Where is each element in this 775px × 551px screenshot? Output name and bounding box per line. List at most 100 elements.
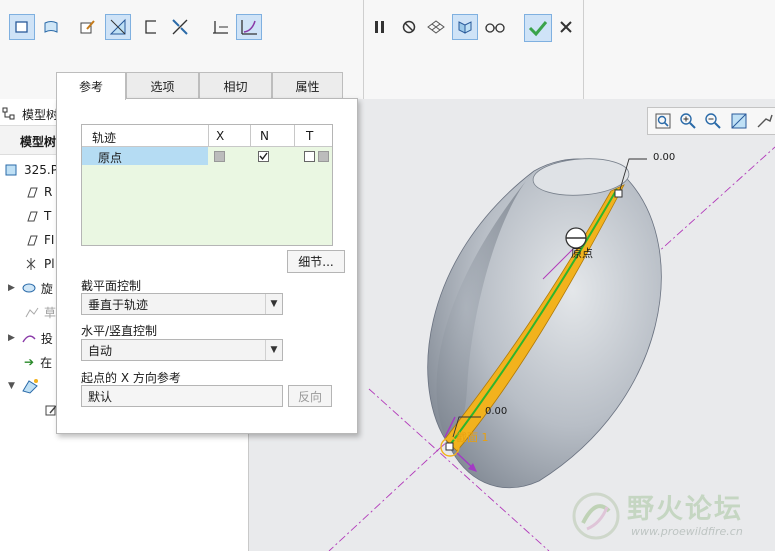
tree-item-sketch[interactable]: 草 [24, 301, 56, 323]
pencil-icon [80, 20, 95, 34]
chevron-down-icon: ▼ [265, 340, 282, 360]
tree-item-label: 旋 [40, 281, 53, 296]
variable-section-button[interactable] [236, 14, 262, 40]
drag-handle-bottom [445, 442, 454, 451]
tab-reference[interactable]: 参考 [56, 72, 126, 100]
tree-item-csys[interactable]: Pl [24, 253, 55, 275]
preview-mesh-icon [427, 20, 445, 34]
no-icon [402, 20, 416, 34]
thicken-button[interactable] [138, 14, 164, 40]
tree-item-insert[interactable]: ➔ 在 [24, 351, 52, 373]
dimension-bottom-value[interactable]: 0.00 [485, 406, 507, 417]
glasses-icon [485, 23, 505, 33]
hv-control-label: 水平/竖直控制 [81, 324, 158, 338]
collapse-icon[interactable]: ▼ [8, 381, 15, 391]
tree-item-label: 投 [40, 331, 53, 346]
x-direction-ref-value: 默认 [88, 389, 113, 404]
tree-item-part[interactable]: 325.P [4, 159, 58, 181]
watermark-brand: 野火论坛 [627, 494, 743, 525]
tree-item-plane[interactable]: T [24, 205, 51, 227]
tree-item-plane[interactable]: FI [24, 229, 54, 251]
tree-item-revolve[interactable]: ▶ 旋 [8, 277, 53, 299]
tree-item-sweep[interactable]: ▼ [8, 375, 43, 397]
tab-tangent[interactable]: 相切 [199, 72, 272, 99]
variable-section-icon [241, 20, 257, 35]
tree-item-label: T [44, 209, 52, 223]
trajectory-table: 轨迹 X N T 原点 [81, 124, 333, 246]
cancel-button[interactable] [553, 14, 579, 40]
col-x: X [216, 129, 225, 143]
no-preview-button[interactable] [396, 14, 422, 40]
tree-item-plane[interactable]: R [24, 181, 52, 203]
tree-item-label: 325.P [24, 163, 58, 177]
tree-item-projected[interactable]: ▶ 投 [8, 327, 53, 349]
expand-icon[interactable]: ▶ [8, 333, 15, 343]
model-tree-title: 模型树 [20, 135, 57, 149]
surface-sweep-button[interactable] [38, 14, 64, 40]
t-checkbox-secondary[interactable] [318, 151, 329, 162]
ribbon: 参考 选项 相切 属性 [0, 0, 775, 100]
flip-direction-button[interactable] [167, 14, 193, 40]
flip-button[interactable]: 反向 [288, 385, 332, 407]
tree-item-label: Pl [44, 257, 55, 271]
expand-icon[interactable]: ▶ [8, 283, 15, 293]
pause-button[interactable] [367, 14, 393, 40]
details-button[interactable]: 细节... [287, 250, 345, 273]
origin-label: 原点 [571, 247, 593, 260]
section-control-label: 截平面控制 [81, 279, 142, 293]
table-row[interactable]: 原点 [82, 147, 332, 165]
remove-material-button[interactable] [105, 14, 131, 40]
tree-item-label: FI [44, 233, 55, 247]
sketch-icon [25, 307, 39, 318]
constant-section-icon [213, 21, 228, 34]
model-tree-header[interactable]: 模型树 [2, 103, 58, 125]
pause-icon [375, 21, 384, 33]
tree-item-label: 草 [44, 305, 57, 320]
remove-material-icon [109, 18, 126, 35]
datum-plane-icon [27, 235, 38, 246]
sketch-button[interactable] [74, 14, 100, 40]
x-direction-ref-field[interactable]: 默认 [81, 385, 283, 407]
check-icon [528, 21, 548, 37]
ribbon-separator [583, 0, 584, 99]
datum-plane-icon [27, 211, 38, 222]
tab-properties[interactable]: 属性 [272, 72, 343, 99]
solid-sweep-button[interactable] [9, 14, 35, 40]
tree-icon [2, 107, 15, 120]
tab-options[interactable]: 选项 [126, 72, 199, 99]
references-panel: 轨迹 X N T 原点 细节... 截平面控制 垂直于轨迹 ▼ 水平/竖直控制 … [56, 98, 358, 434]
model-tree-header-label: 模型树 [22, 107, 59, 122]
confirm-button[interactable] [524, 14, 552, 42]
solid-icon [15, 21, 28, 33]
verify-preview-button[interactable] [452, 14, 478, 40]
chevron-down-icon: ▼ [265, 294, 282, 314]
trajectory-name: 原点 [98, 151, 123, 165]
check-icon [259, 152, 268, 161]
datum-plane-icon [27, 187, 38, 198]
drag-handle-top [614, 189, 623, 198]
surface-icon [44, 21, 58, 33]
section-control-select[interactable]: 垂直于轨迹 ▼ [81, 293, 283, 315]
insert-arrow-icon: ➔ [24, 355, 35, 369]
sweep-icon [22, 379, 38, 394]
n-checkbox[interactable] [258, 151, 269, 162]
preview-glasses-icon [458, 21, 472, 34]
watermark-url: www.proewildfire.cn [631, 525, 743, 538]
close-icon [560, 21, 572, 33]
t-checkbox[interactable] [304, 151, 315, 162]
constant-section-button[interactable] [207, 14, 233, 40]
col-n: N [260, 129, 269, 143]
section-control-value: 垂直于轨迹 [88, 297, 149, 312]
tree-item-label: R [44, 185, 53, 199]
x-checkbox[interactable] [214, 151, 225, 162]
table-header: 轨迹 X N T [82, 125, 332, 147]
proe-logo-icon [572, 492, 620, 540]
verify-mode-button[interactable] [482, 14, 508, 40]
col-trajectory: 轨迹 [92, 131, 117, 145]
arrows-icon [172, 19, 188, 35]
separate-preview-button[interactable] [423, 14, 449, 40]
hv-control-select[interactable]: 自动 ▼ [81, 339, 283, 361]
hv-control-value: 自动 [88, 343, 113, 358]
dimension-top-value[interactable]: 0.00 [653, 152, 675, 163]
x-direction-ref-label: 起点的 X 方向参考 [81, 371, 181, 385]
